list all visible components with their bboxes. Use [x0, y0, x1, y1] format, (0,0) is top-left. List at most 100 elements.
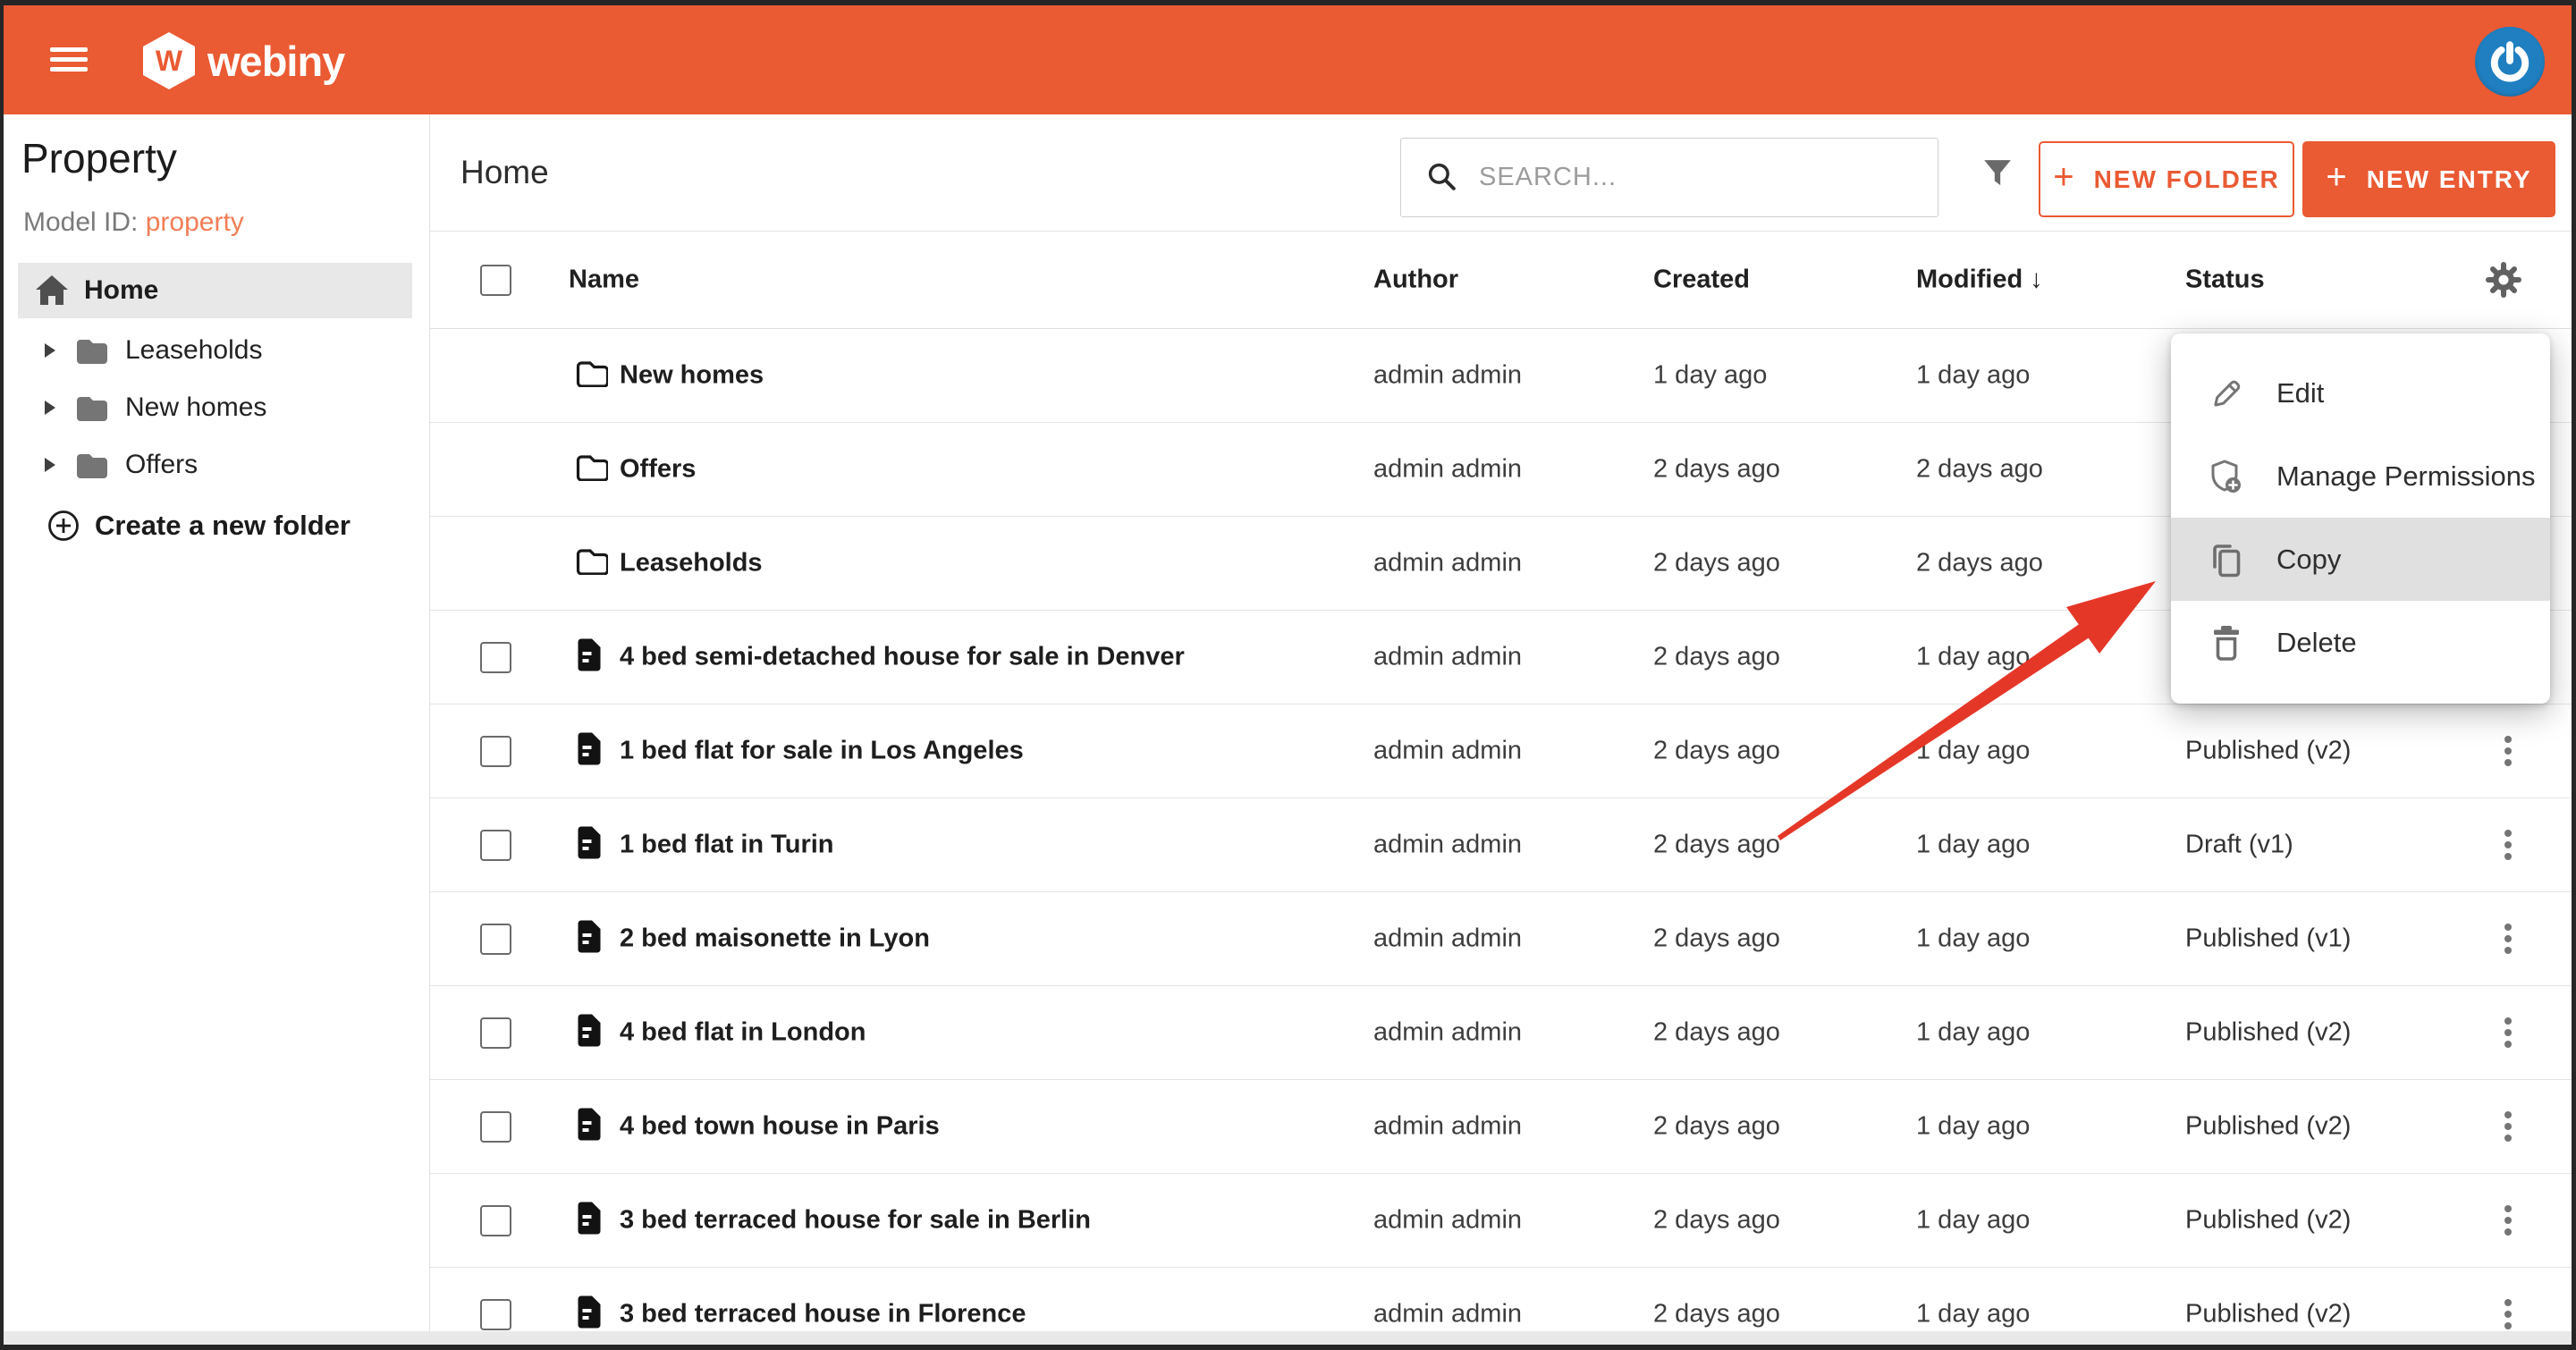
sidebar-folder-leaseholds[interactable]: Leaseholds [4, 322, 429, 379]
sidebar-folder-new-homes[interactable]: New homes [4, 379, 429, 436]
row-created: 2 days ago [1653, 924, 1780, 954]
create-new-folder-button[interactable]: Create a new folder [46, 501, 351, 551]
row-name[interactable]: Leaseholds [620, 549, 763, 578]
row-name[interactable]: New homes [620, 361, 764, 391]
hamburger-menu-icon[interactable] [50, 47, 88, 72]
folder-icon [575, 547, 608, 579]
kebab-menu-icon[interactable] [2499, 914, 2517, 964]
row-checkbox[interactable] [480, 1017, 511, 1049]
search-input[interactable] [1479, 163, 1938, 192]
row-author: admin admin [1373, 549, 1522, 578]
row-modified: 2 days ago [1916, 549, 2043, 578]
context-menu-item[interactable]: Copy [2171, 518, 2550, 601]
search-icon [1426, 161, 1459, 194]
column-header-created[interactable]: Created [1653, 266, 1750, 295]
filter-icon[interactable] [1981, 157, 2014, 191]
sidebar-folder-label: Offers [125, 450, 198, 480]
column-header-modified[interactable]: Modified ↓ [1916, 266, 2043, 295]
row-checkbox[interactable] [480, 736, 511, 767]
context-menu-item[interactable]: Manage Permissions [2171, 435, 2550, 518]
sidebar-folder-offers[interactable]: Offers [4, 436, 429, 494]
document-icon [575, 919, 603, 958]
row-name[interactable]: 1 bed flat in Turin [620, 831, 834, 860]
row-name[interactable]: 3 bed terraced house for sale in Berlin [620, 1206, 1091, 1236]
row-created: 1 day ago [1653, 361, 1767, 391]
horizontal-scrollbar-track[interactable] [4, 1331, 2572, 1345]
context-menu-item[interactable]: Delete [2171, 601, 2550, 684]
copy-icon [2207, 541, 2246, 578]
row-created: 2 days ago [1653, 1018, 1780, 1048]
row-checkbox[interactable] [480, 1299, 511, 1330]
brand-wordmark: webiny [207, 37, 344, 86]
row-author: admin admin [1373, 361, 1522, 391]
kebab-menu-icon[interactable] [2499, 726, 2517, 776]
row-status: Published (v2) [2185, 1112, 2351, 1142]
row-author: admin admin [1373, 1112, 1522, 1142]
chevron-right-icon[interactable] [45, 458, 55, 472]
table-row[interactable]: 4 bed flat in London admin admin 2 days … [430, 986, 2572, 1080]
row-status: Published (v2) [2185, 1300, 2351, 1329]
user-avatar[interactable] [2475, 27, 2545, 97]
new-entry-label: NEW ENTRY [2367, 165, 2532, 194]
search-box[interactable] [1400, 138, 1938, 217]
kebab-menu-icon[interactable] [2499, 1195, 2517, 1245]
column-header-name[interactable]: Name [569, 266, 639, 295]
row-modified: 1 day ago [1916, 924, 2030, 954]
row-checkbox[interactable] [480, 830, 511, 861]
row-name[interactable]: 3 bed terraced house in Florence [620, 1300, 1026, 1329]
row-author: admin admin [1373, 737, 1522, 766]
sidebar-item-label: Home [84, 275, 158, 306]
row-author: admin admin [1373, 643, 1522, 672]
row-created: 2 days ago [1653, 831, 1780, 860]
table-row[interactable]: 3 bed terraced house for sale in Berlin … [430, 1174, 2572, 1268]
chevron-right-icon[interactable] [45, 401, 55, 415]
table-row[interactable]: 1 bed flat for sale in Los Angeles admin… [430, 705, 2572, 798]
kebab-menu-icon[interactable] [2499, 820, 2517, 870]
model-id-value: property [146, 207, 244, 237]
table-row[interactable]: 2 bed maisonette in Lyon admin admin 2 d… [430, 892, 2572, 986]
context-menu-item-label: Copy [2276, 544, 2341, 576]
row-modified: 1 day ago [1916, 361, 2030, 391]
row-checkbox[interactable] [480, 924, 511, 955]
shield-plus-icon [2207, 458, 2246, 495]
row-checkbox[interactable] [480, 1205, 511, 1236]
gear-icon[interactable] [2485, 261, 2522, 299]
new-entry-button[interactable]: + NEW ENTRY [2302, 141, 2555, 217]
context-menu-item[interactable]: Edit [2171, 351, 2550, 435]
row-name[interactable]: 4 bed semi-detached house for sale in De… [620, 643, 1185, 672]
chevron-right-icon[interactable] [45, 343, 55, 358]
context-menu-item-label: Delete [2276, 627, 2357, 659]
row-author: admin admin [1373, 831, 1522, 860]
breadcrumb-title: Home [460, 154, 549, 191]
row-created: 2 days ago [1653, 643, 1780, 672]
plus-icon: + [2053, 157, 2075, 198]
new-folder-button[interactable]: + NEW FOLDER [2039, 141, 2294, 217]
model-title: Property [21, 134, 177, 182]
model-id-line: Model ID: property [23, 207, 244, 238]
row-context-menu: Edit [2171, 333, 2550, 704]
column-header-author[interactable]: Author [1373, 266, 1458, 295]
kebab-menu-icon[interactable] [2499, 1101, 2517, 1152]
row-author: admin admin [1373, 455, 1522, 485]
modified-label: Modified [1916, 266, 2023, 294]
row-name[interactable]: Offers [620, 455, 696, 485]
kebab-menu-icon[interactable] [2499, 1008, 2517, 1058]
row-name[interactable]: 1 bed flat for sale in Los Angeles [620, 737, 1024, 766]
sidebar-item-home[interactable]: Home [18, 263, 412, 318]
row-author: admin admin [1373, 1018, 1522, 1048]
row-name[interactable]: 4 bed flat in London [620, 1018, 866, 1048]
row-name[interactable]: 4 bed town house in Paris [620, 1112, 940, 1142]
row-checkbox[interactable] [480, 642, 511, 673]
folder-icon [75, 337, 107, 364]
model-id-label: Model ID: [23, 207, 138, 237]
row-name[interactable]: 2 bed maisonette in Lyon [620, 924, 930, 954]
row-checkbox[interactable] [480, 1111, 511, 1143]
column-header-status[interactable]: Status [2185, 266, 2265, 295]
row-status: Draft (v1) [2185, 831, 2293, 860]
sort-descending-icon: ↓ [2030, 266, 2043, 294]
select-all-checkbox[interactable] [480, 265, 511, 296]
row-modified: 1 day ago [1916, 831, 2030, 860]
table-row[interactable]: 1 bed flat in Turin admin admin 2 days a… [430, 798, 2572, 892]
table-row[interactable]: 4 bed town house in Paris admin admin 2 … [430, 1080, 2572, 1174]
row-status: Published (v2) [2185, 1206, 2351, 1236]
